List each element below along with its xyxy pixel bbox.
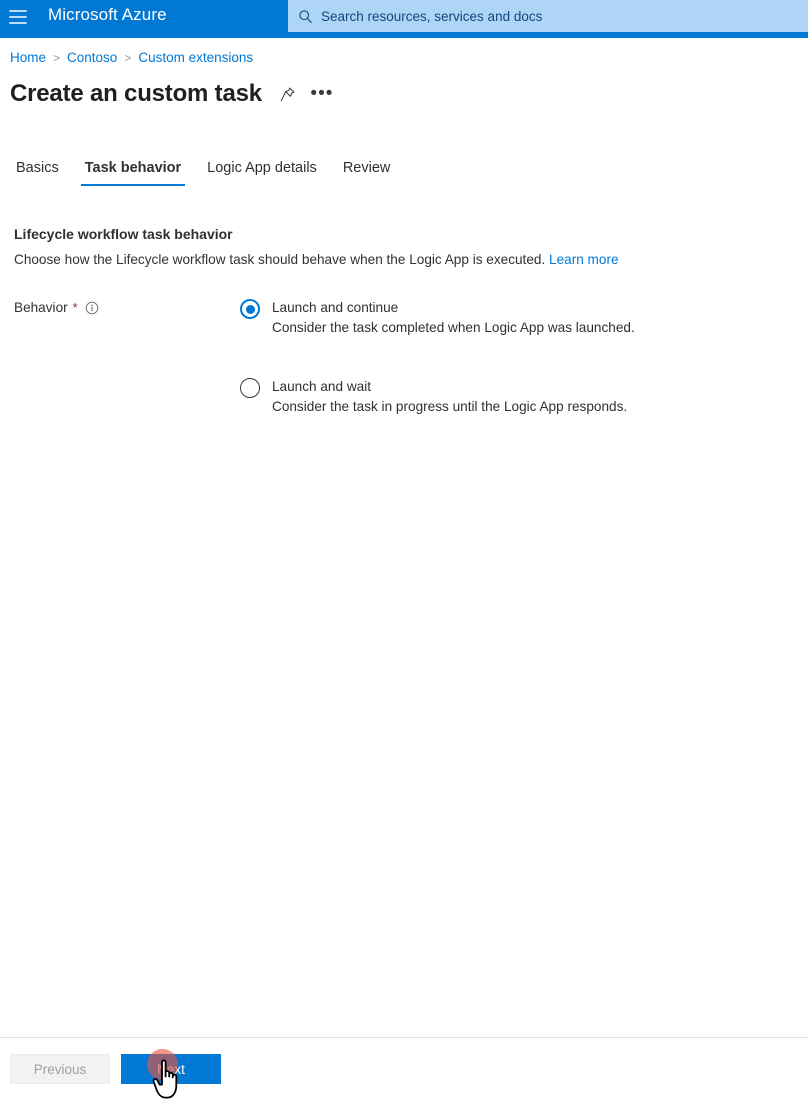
brand-title[interactable]: Microsoft Azure <box>48 5 167 25</box>
radio-option-launch-and-wait[interactable]: Launch and wait Consider the task in pro… <box>240 377 635 417</box>
behavior-radio-group: Launch and continue Consider the task co… <box>240 298 635 456</box>
ellipsis-icon[interactable]: ••• <box>308 80 336 108</box>
tab-task-behavior[interactable]: Task behavior <box>77 160 189 186</box>
tab-logic-app-details[interactable]: Logic App details <box>199 160 325 186</box>
pin-icon[interactable] <box>274 80 302 108</box>
breadcrumb: Home > Contoso > Custom extensions <box>10 50 253 65</box>
radio-description-launch-and-continue: Consider the task completed when Logic A… <box>272 320 635 335</box>
radio-launch-and-wait[interactable] <box>240 378 260 398</box>
wizard-footer: Previous Next <box>10 1054 221 1084</box>
radio-label-launch-and-continue: Launch and continue <box>272 300 399 315</box>
section-description: Choose how the Lifecycle workflow task s… <box>14 252 619 267</box>
breadcrumb-separator: > <box>124 50 132 65</box>
breadcrumb-separator: > <box>53 50 61 65</box>
wizard-tabs: Basics Task behavior Logic App details R… <box>10 160 408 186</box>
section-heading: Lifecycle workflow task behavior <box>14 226 233 242</box>
hamburger-icon[interactable] <box>6 8 30 26</box>
azure-top-header: Microsoft Azure Search resources, servic… <box>0 0 808 38</box>
hamburger-bar <box>9 10 27 12</box>
behavior-field-label: Behavior * <box>14 300 99 315</box>
info-icon[interactable] <box>85 301 99 315</box>
breadcrumb-item-custom-extensions[interactable]: Custom extensions <box>138 50 253 65</box>
required-marker: * <box>72 300 78 315</box>
section-description-text: Choose how the Lifecycle workflow task s… <box>14 252 546 267</box>
breadcrumb-item-home[interactable]: Home <box>10 50 46 65</box>
ellipsis-glyph: ••• <box>310 83 334 104</box>
pin-glyph <box>281 87 295 101</box>
radio-description-launch-and-wait: Consider the task in progress until the … <box>272 399 628 414</box>
tab-review[interactable]: Review <box>335 160 399 186</box>
next-button[interactable]: Next <box>121 1054 221 1084</box>
previous-button[interactable]: Previous <box>10 1054 110 1084</box>
breadcrumb-item-contoso[interactable]: Contoso <box>67 50 117 65</box>
behavior-label-text: Behavior <box>14 300 68 315</box>
footer-divider <box>0 1037 808 1038</box>
radio-label-launch-and-wait: Launch and wait <box>272 379 372 394</box>
hamburger-bar <box>9 22 27 24</box>
radio-launch-and-continue[interactable] <box>240 299 260 319</box>
global-search-placeholder: Search resources, services and docs <box>321 8 543 24</box>
page-title: Create an custom task <box>10 80 262 107</box>
tab-basics[interactable]: Basics <box>10 160 67 186</box>
radio-option-launch-and-continue[interactable]: Launch and continue Consider the task co… <box>240 298 635 338</box>
hamburger-bar <box>9 16 27 18</box>
page-title-row: Create an custom task ••• <box>10 80 336 108</box>
learn-more-link[interactable]: Learn more <box>549 252 619 267</box>
global-search-box[interactable]: Search resources, services and docs <box>288 0 808 32</box>
search-icon <box>299 9 312 23</box>
